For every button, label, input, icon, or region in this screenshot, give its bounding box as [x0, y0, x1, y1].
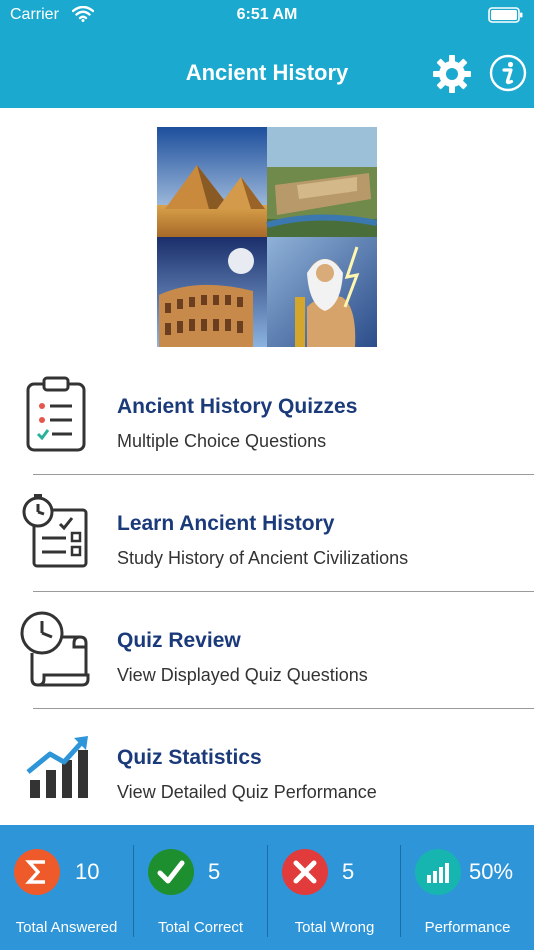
stats-footer: 10 Total Answered 5 Total Correct 5 Tota…	[0, 825, 534, 950]
quiz-checklist-icon	[26, 376, 86, 452]
colosseum-image	[157, 237, 267, 347]
stat-value: 5	[208, 859, 221, 884]
pyramids-image	[157, 127, 267, 237]
gear-icon[interactable]	[432, 54, 472, 94]
stat-performance: 50% Performance	[401, 825, 534, 950]
x-icon	[282, 849, 328, 895]
battery-icon	[488, 7, 523, 23]
menu-item-subtitle: Multiple Choice Questions	[117, 431, 327, 451]
review-scroll-icon	[20, 611, 90, 687]
menu-item-learn[interactable]: Learn Ancient History Study History of A…	[0, 474, 534, 591]
menu-item-title: Ancient History Quizzes	[117, 395, 358, 418]
stat-value: 50%	[469, 859, 514, 884]
stat-total-answered: 10 Total Answered	[0, 825, 133, 950]
mesopotamia-image	[266, 127, 377, 237]
stat-total-correct: 5 Total Correct	[134, 825, 267, 950]
checkmark-icon	[148, 849, 194, 895]
stat-value: 10	[75, 859, 100, 884]
status-bar: Carrier 6:51 AM	[0, 0, 534, 30]
info-icon[interactable]	[489, 54, 527, 92]
study-stopwatch-icon	[22, 494, 88, 568]
sigma-icon	[14, 849, 60, 895]
menu-item-subtitle: View Displayed Quiz Questions	[117, 665, 368, 685]
ancient-civilizations-collage	[157, 127, 377, 347]
menu-item-title: Learn Ancient History	[117, 512, 335, 535]
stat-label: Total Wrong	[294, 919, 375, 936]
stat-label: Performance	[424, 919, 511, 936]
menu-item-quizzes[interactable]: Ancient History Quizzes Multiple Choice …	[0, 357, 534, 474]
menu-item-statistics[interactable]: Quiz Statistics View Detailed Quiz Perfo…	[0, 708, 534, 825]
bar-chart-icon	[26, 736, 88, 798]
stat-value: 5	[342, 859, 355, 884]
menu-item-title: Quiz Statistics	[117, 746, 262, 769]
stat-total-wrong: 5 Total Wrong	[268, 825, 401, 950]
clock: 6:51 AM	[236, 6, 298, 23]
stat-label: Total Correct	[157, 919, 244, 936]
menu-item-title: Quiz Review	[117, 629, 241, 652]
app-header: Carrier 6:51 AM Ancient History	[0, 0, 534, 108]
menu-item-subtitle: View Detailed Quiz Performance	[117, 782, 377, 802]
menu-item-subtitle: Study History of Ancient Civilizations	[117, 548, 409, 568]
bars-icon	[415, 849, 461, 895]
stat-label: Total Answered	[15, 919, 118, 936]
zeus-image	[267, 237, 377, 347]
menu-item-review[interactable]: Quiz Review View Displayed Quiz Question…	[0, 591, 534, 708]
